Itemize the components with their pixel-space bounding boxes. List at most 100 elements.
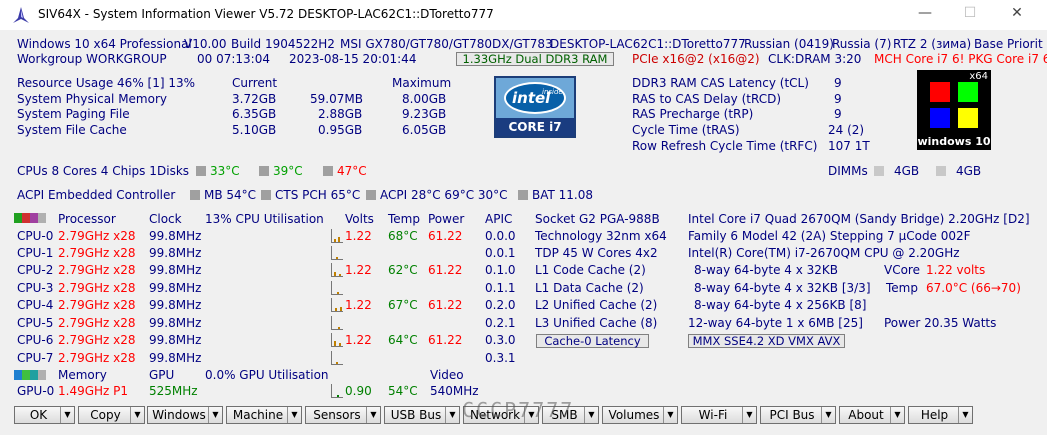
cas-latency-label[interactable]: DDR3 RAM CAS Latency (tCL): [632, 76, 809, 91]
cpu-socket[interactable]: Socket G2 PGA-988B: [535, 212, 660, 227]
cpu-7-util-graph[interactable]: [331, 351, 343, 365]
cpu-summary[interactable]: CPUs 8 Cores 4 Chips 1: [17, 164, 157, 179]
os-version[interactable]: V10.00: [184, 37, 227, 52]
cpu-features-box[interactable]: MMX SSE4.2 XD VMX AVX: [688, 334, 845, 348]
resource-usage-header[interactable]: Resource Usage 46% [1] 13%: [17, 76, 195, 91]
pci-bus-dropdown-icon[interactable]: ▼: [821, 407, 835, 423]
wifi-dropdown-icon[interactable]: ▼: [742, 407, 756, 423]
os-release[interactable]: 22H2: [303, 37, 335, 52]
cache-latency-button[interactable]: Cache-0 Latency: [536, 334, 649, 348]
cpu-0-util-graph[interactable]: [331, 229, 343, 243]
l2-cache-label[interactable]: L2 Unified Cache (2): [535, 298, 657, 313]
sensors-dropdown-icon[interactable]: ▼: [366, 407, 380, 423]
cpu-brand[interactable]: Intel(R) Core(TM) i7-2670QM CPU @ 2.20GH…: [688, 246, 960, 261]
language[interactable]: Russian (0419): [744, 37, 834, 52]
paging-file-label[interactable]: System Paging File: [17, 107, 130, 122]
cpu-5-util-graph[interactable]: [331, 316, 343, 330]
dimm-0[interactable]: 4GB: [874, 164, 919, 179]
windows-10-logo[interactable]: x64 windows 10: [917, 70, 991, 150]
machine-dropdown-icon[interactable]: ▼: [287, 407, 301, 423]
cpu-1-name[interactable]: CPU-1: [17, 246, 53, 261]
pci-bus-button[interactable]: PCI Bus ▼: [760, 406, 836, 424]
timezone[interactable]: RTZ 2 (зима): [893, 37, 971, 52]
cpu-6-name[interactable]: CPU-6: [17, 333, 53, 348]
date-time[interactable]: 2023-08-15 20:01:44: [289, 52, 416, 67]
l1-code-cache-label[interactable]: L1 Code Cache (2): [535, 263, 646, 278]
uptime[interactable]: 00 07:13:04: [197, 52, 270, 67]
base-priority[interactable]: Base Priorit: [974, 37, 1043, 52]
cpu-7-name[interactable]: CPU-7: [17, 351, 53, 366]
wifi-button[interactable]: Wi-Fi ▼: [681, 406, 757, 424]
acpi-controller-label[interactable]: ACPI Embedded Controller: [17, 188, 175, 203]
cpu-family[interactable]: Family 6 Model 42 (2A) Stepping 7 µCode …: [688, 229, 971, 244]
copy-dropdown-icon[interactable]: ▼: [130, 407, 144, 423]
machine-button[interactable]: Machine ▼: [226, 406, 302, 424]
cpu-0-name[interactable]: CPU-0: [17, 229, 53, 244]
volumes-button[interactable]: Volumes ▼: [602, 406, 678, 424]
cts-temp-value: CTS PCH 65°C: [275, 188, 361, 202]
ok-dropdown-icon[interactable]: ▼: [60, 407, 74, 423]
help-button[interactable]: Help ▼: [908, 406, 973, 424]
os-name[interactable]: Windows 10 x64 Professional: [17, 37, 192, 52]
refresh-cycle-label[interactable]: Row Refresh Cycle Time (tRFC): [632, 139, 817, 154]
gpu-0-name[interactable]: GPU-0: [17, 384, 54, 399]
sensors-button[interactable]: Sensors ▼: [305, 406, 381, 424]
workgroup[interactable]: Workgroup WORKGROUP: [17, 52, 167, 67]
cpu-1-util-graph[interactable]: [331, 246, 343, 260]
volumes-dropdown-icon[interactable]: ▼: [663, 407, 677, 423]
cpu-technology[interactable]: Technology 32nm x64: [535, 229, 667, 244]
ok-button[interactable]: OK ▼: [14, 406, 75, 424]
cpu-2-util-graph[interactable]: [331, 263, 343, 277]
usb-bus-dropdown-icon[interactable]: ▼: [445, 407, 459, 423]
usb-bus-button[interactable]: USB Bus ▼: [384, 406, 460, 424]
cpu-2-name[interactable]: CPU-2: [17, 263, 53, 278]
gpu-utilisation-header[interactable]: 0.0% GPU Utilisation: [205, 368, 329, 383]
maximize-button[interactable]: ☐: [955, 5, 985, 21]
mch-info[interactable]: MCH Core i7 6! PKG Core i7 68: [874, 52, 1047, 67]
ras-precharge-label[interactable]: RAS Precharge (tRP): [632, 107, 753, 122]
cycle-time-label[interactable]: Cycle Time (tRAS): [632, 123, 740, 138]
l3-cache-label[interactable]: L3 Unified Cache (8): [535, 316, 657, 331]
cpu-6-util-graph[interactable]: [331, 333, 343, 347]
computer-name[interactable]: DESKTOP-LAC62C1::DToretto777: [550, 37, 746, 52]
cpu-3-util-graph[interactable]: [331, 281, 343, 295]
file-cache-label[interactable]: System File Cache: [17, 123, 127, 138]
gpu-0-util-graph[interactable]: [331, 384, 343, 398]
disk-1-temp[interactable]: 39°C: [259, 164, 303, 179]
intel-core-i7-logo[interactable]: intel inside CORE i7: [494, 76, 576, 138]
windows-dropdown-icon[interactable]: ▼: [208, 407, 222, 423]
about-dropdown-icon[interactable]: ▼: [890, 407, 904, 423]
close-button[interactable]: ✕: [1002, 5, 1032, 21]
windows-button[interactable]: Windows ▼: [147, 406, 223, 424]
cpu-utilisation-header[interactable]: 13% CPU Utilisation: [205, 212, 324, 227]
cpu-tdp[interactable]: TDP 45 W Cores 4x2: [535, 246, 658, 261]
cpu-3-name[interactable]: CPU-3: [17, 281, 53, 296]
current-column-header: Current: [232, 76, 278, 90]
smb-dropdown-icon[interactable]: ▼: [584, 407, 598, 423]
ras-cas-delay-label[interactable]: RAS to CAS Delay (tRCD): [632, 92, 781, 107]
cpu-5-name[interactable]: CPU-5: [17, 316, 53, 331]
battery-status[interactable]: BAT 11.08: [518, 188, 593, 203]
minimize-button[interactable]: —: [910, 5, 940, 21]
physical-memory-label[interactable]: System Physical Memory: [17, 92, 167, 107]
pcie-info[interactable]: PCIe x16@2 (x16@2): [632, 52, 760, 67]
disk-2-temp[interactable]: 47°C: [323, 164, 367, 179]
country[interactable]: Russia (7): [832, 37, 891, 52]
machine-model[interactable]: MSI GX780/GT780/GT780DX/GT783: [340, 37, 553, 52]
l1-data-cache-label[interactable]: L1 Data Cache (2): [535, 281, 644, 296]
cpu-model[interactable]: Intel Core i7 Quad 2670QM (Sandy Bridge)…: [688, 212, 1030, 227]
os-build[interactable]: Build 19045: [231, 37, 303, 52]
help-dropdown-icon[interactable]: ▼: [958, 407, 972, 423]
about-button[interactable]: About ▼: [839, 406, 905, 424]
dram-clock-ratio[interactable]: CLK:DRAM 3:20: [768, 52, 861, 67]
cpu-7-freq: 2.79GHz x28: [58, 351, 136, 365]
copy-button[interactable]: Copy ▼: [78, 406, 145, 424]
cpu-4-util-graph[interactable]: [331, 298, 343, 312]
acpi-temps[interactable]: ACPI 28°C 69°C 30°C: [366, 188, 508, 203]
cpu-4-name[interactable]: CPU-4: [17, 298, 53, 313]
cts-pch-temp[interactable]: CTS PCH 65°C: [261, 188, 360, 203]
memory-speed-box[interactable]: 1.33GHz Dual DDR3 RAM: [456, 52, 614, 66]
dimm-1[interactable]: 4GB: [936, 164, 981, 179]
mb-temp[interactable]: MB 54°C: [190, 188, 256, 203]
disk-0-temp[interactable]: 33°C: [196, 164, 240, 179]
